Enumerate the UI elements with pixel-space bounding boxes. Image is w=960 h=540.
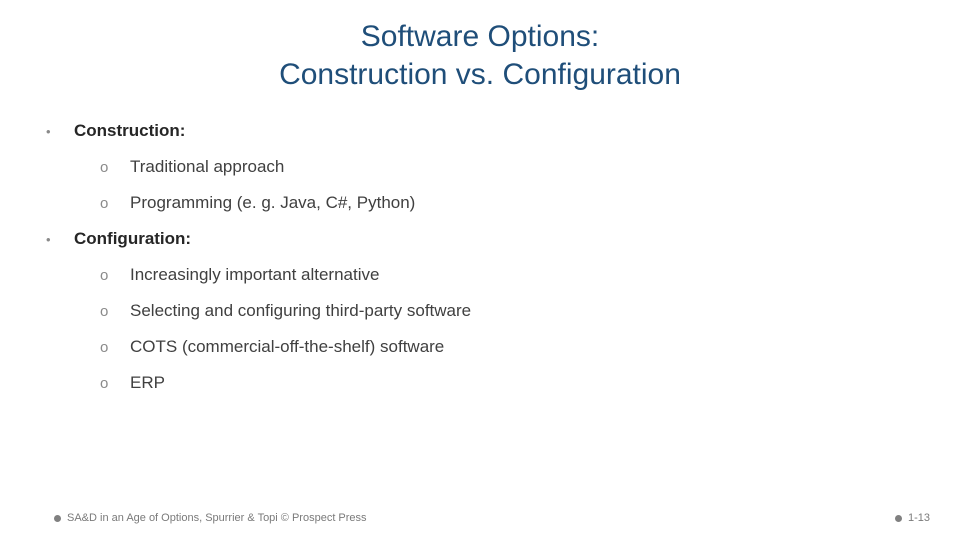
bullet-label: Configuration:	[74, 229, 191, 249]
bullet-configuration: • Configuration: o Increasingly importan…	[44, 229, 916, 393]
sub-text: COTS (commercial-off-the-shelf) software	[130, 337, 444, 357]
sub-text: Selecting and configuring third-party so…	[130, 301, 471, 321]
sub-item: o Programming (e. g. Java, C#, Python)	[100, 193, 916, 213]
sub-item: o ERP	[100, 373, 916, 393]
sub-list: o Increasingly important alternative o S…	[44, 265, 916, 393]
footer: SA&D in an Age of Options, Spurrier & To…	[0, 512, 960, 524]
bullet-row: • Construction:	[44, 121, 916, 141]
slide-title: Software Options: Construction vs. Confi…	[44, 18, 916, 93]
footer-dot-icon	[895, 515, 902, 522]
circle-bullet-icon: o	[100, 375, 130, 392]
bullet-label: Construction:	[74, 121, 185, 141]
sub-list: o Traditional approach o Programming (e.…	[44, 157, 916, 213]
circle-bullet-icon: o	[100, 339, 130, 356]
footer-right: 1-13	[895, 512, 930, 524]
sub-item: o Traditional approach	[100, 157, 916, 177]
sub-item: o COTS (commercial-off-the-shelf) softwa…	[100, 337, 916, 357]
bullet-list: • Construction: o Traditional approach o…	[44, 121, 916, 393]
bullet-dot-icon: •	[44, 232, 74, 247]
title-line-2: Construction vs. Configuration	[279, 58, 681, 91]
circle-bullet-icon: o	[100, 195, 130, 212]
footer-left: SA&D in an Age of Options, Spurrier & To…	[54, 512, 367, 524]
sub-text: ERP	[130, 373, 165, 393]
sub-item: o Increasingly important alternative	[100, 265, 916, 285]
footer-left-text: SA&D in an Age of Options, Spurrier & To…	[67, 512, 367, 524]
bullet-row: • Configuration:	[44, 229, 916, 249]
circle-bullet-icon: o	[100, 159, 130, 176]
sub-text: Programming (e. g. Java, C#, Python)	[130, 193, 415, 213]
circle-bullet-icon: o	[100, 303, 130, 320]
footer-dot-icon	[54, 515, 61, 522]
bullet-construction: • Construction: o Traditional approach o…	[44, 121, 916, 213]
sub-text: Increasingly important alternative	[130, 265, 379, 285]
title-line-1: Software Options:	[361, 20, 599, 53]
bullet-dot-icon: •	[44, 124, 74, 139]
sub-item: o Selecting and configuring third-party …	[100, 301, 916, 321]
slide: Software Options: Construction vs. Confi…	[0, 0, 960, 540]
circle-bullet-icon: o	[100, 267, 130, 284]
page-number: 1-13	[908, 512, 930, 524]
sub-text: Traditional approach	[130, 157, 284, 177]
